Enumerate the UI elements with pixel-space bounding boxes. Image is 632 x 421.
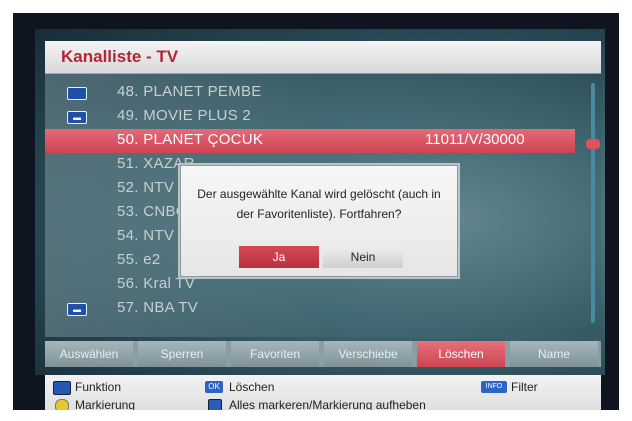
channel-transponder: 11011/V/30000 xyxy=(425,131,525,148)
channel-label: 54. NTV S xyxy=(117,227,189,244)
page-title: Kanalliste - TV xyxy=(61,47,179,66)
function-auswaehlen[interactable]: Auswählen xyxy=(45,341,133,367)
legend-mark: Markierung xyxy=(75,398,136,410)
function-verschiebe[interactable]: Verschiebe xyxy=(324,341,412,367)
legend-mark-all: Alles markeren/Markierung aufheben xyxy=(229,398,426,410)
channel-label: 49. MOVIE PLUS 2 xyxy=(117,107,252,124)
channel-row[interactable]: ▬ 57. NBA TV xyxy=(45,297,575,321)
channel-label: 57. NBA TV xyxy=(117,299,199,316)
legend-filter: Filter xyxy=(511,380,538,394)
channel-label: 55. e2 xyxy=(117,251,161,268)
ok-key-icon: OK xyxy=(205,381,223,393)
channel-label: 56. Kral TV xyxy=(117,275,196,292)
channel-row[interactable]: ▬ 49. MOVIE PLUS 2 xyxy=(45,105,575,129)
tv-icon xyxy=(67,87,87,100)
title-bar: Kanalliste - TV xyxy=(45,41,601,74)
no-button[interactable]: Nein xyxy=(323,246,403,268)
tv-icon: ▬ xyxy=(67,303,87,316)
arrows-key-icon xyxy=(53,381,71,395)
blue-key-icon xyxy=(208,399,222,410)
delete-confirm-dialog: Der ausgewählte Kanal wird gelöscht (auc… xyxy=(180,165,458,277)
function-favoriten[interactable]: Favoriten xyxy=(231,341,319,367)
function-loeschen[interactable]: Löschen xyxy=(417,341,505,367)
channel-label: 53. CNBC xyxy=(117,203,187,220)
dialog-message: Der ausgewählte Kanal wird gelöscht (auc… xyxy=(197,187,441,221)
function-sperren[interactable]: Sperren xyxy=(138,341,226,367)
function-bar: Auswählen Sperren Favoriten Verschiebe L… xyxy=(45,341,601,367)
yellow-key-icon xyxy=(55,399,69,410)
tv-icon: ▬ xyxy=(67,111,87,124)
legend-delete: Löschen xyxy=(229,380,275,394)
scrollbar[interactable] xyxy=(591,83,595,323)
channel-row-selected[interactable]: 50. PLANET ÇOCUK 11011/V/30000 xyxy=(45,129,575,153)
yes-button[interactable]: Ja xyxy=(239,246,319,268)
channel-label: 48. PLANET PEMBE xyxy=(117,83,262,100)
function-name[interactable]: Name xyxy=(510,341,598,367)
key-legend: Funktion Markierung OK Löschen Alles mar… xyxy=(45,375,601,410)
channel-label: 52. NTV xyxy=(117,179,175,196)
legend-function: Funktion xyxy=(75,380,122,394)
menu-key-icon: INFO xyxy=(481,381,507,393)
channel-label: 50. PLANET ÇOCUK xyxy=(117,131,264,148)
scroll-thumb[interactable] xyxy=(586,139,600,149)
channel-row[interactable]: 48. PLANET PEMBE xyxy=(45,81,575,105)
